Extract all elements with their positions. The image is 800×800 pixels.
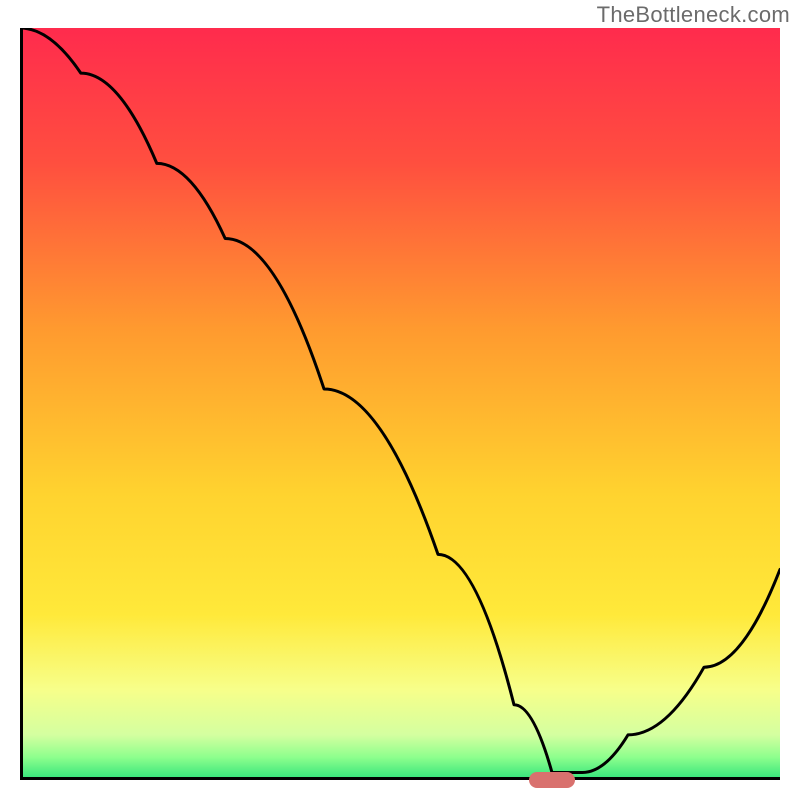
chart-stage: TheBottleneck.com <box>0 0 800 800</box>
chart-background <box>20 28 780 780</box>
optimal-marker <box>529 772 575 788</box>
watermark-text: TheBottleneck.com <box>597 2 790 28</box>
